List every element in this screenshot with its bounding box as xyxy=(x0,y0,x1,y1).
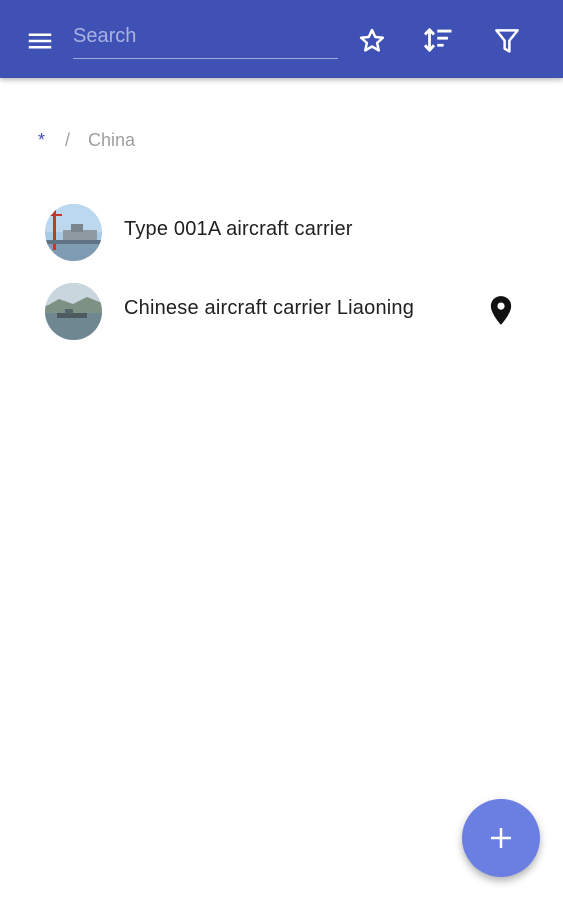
filter-button[interactable] xyxy=(484,18,530,64)
breadcrumb-current: China xyxy=(88,129,136,150)
add-button[interactable] xyxy=(462,799,540,877)
list-item[interactable]: Type 001A aircraft carrier xyxy=(0,192,563,271)
add-icon xyxy=(491,828,511,848)
sort-button[interactable] xyxy=(415,18,461,64)
menu-button[interactable] xyxy=(18,19,62,63)
filter-icon xyxy=(495,29,519,53)
location-button[interactable] xyxy=(484,289,518,333)
thumbnail-image xyxy=(45,283,102,340)
list-item-label: Chinese aircraft carrier Liaoning xyxy=(124,297,415,319)
star-outline-icon xyxy=(359,28,385,52)
app-screen: * / China Type 001A aircraft carrier xyxy=(0,0,563,900)
breadcrumb: * / China xyxy=(38,126,135,154)
place-icon xyxy=(490,296,512,325)
breadcrumb-root[interactable]: * xyxy=(38,130,45,151)
breadcrumb-separator: / xyxy=(65,129,71,150)
favorites-button[interactable] xyxy=(349,18,395,64)
list-item[interactable]: Chinese aircraft carrier Liaoning xyxy=(0,271,563,350)
thumbnail-image xyxy=(45,204,102,261)
item-list: Type 001A aircraft carrier Chinese aircr… xyxy=(0,192,563,350)
item-thumbnail xyxy=(45,283,102,340)
list-item-label: Type 001A aircraft carrier xyxy=(124,218,353,240)
search-input[interactable] xyxy=(73,19,338,53)
menu-icon xyxy=(28,33,52,49)
item-thumbnail xyxy=(45,204,102,261)
sort-icon xyxy=(423,28,452,52)
app-bar xyxy=(0,0,563,78)
search-field xyxy=(73,17,338,59)
